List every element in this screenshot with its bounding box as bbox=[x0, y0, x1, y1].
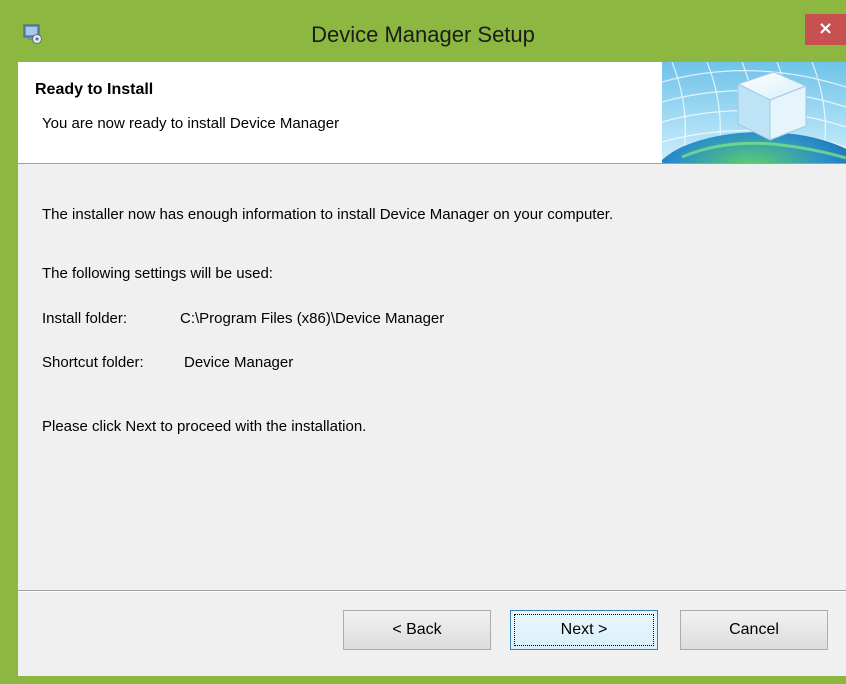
dialog-client-area: Ready to Install You are now ready to in… bbox=[18, 62, 846, 676]
close-icon: × bbox=[817, 18, 834, 39]
shortcut-folder-label: Shortcut folder: bbox=[42, 354, 144, 371]
footer-divider bbox=[18, 590, 846, 592]
instruction-text: Please click Next to proceed with the in… bbox=[42, 418, 367, 435]
intro-text: The installer now has enough information… bbox=[42, 206, 614, 223]
next-button[interactable]: Next > bbox=[510, 610, 658, 650]
back-button[interactable]: < Back bbox=[343, 610, 491, 650]
install-folder-label: Install folder: bbox=[42, 310, 128, 327]
page-subtitle: You are now ready to install Device Mana… bbox=[42, 115, 340, 132]
close-button[interactable]: × bbox=[805, 14, 846, 45]
settings-heading: The following settings will be used: bbox=[42, 265, 273, 282]
globe-cube-banner-icon bbox=[662, 62, 846, 163]
page-title: Ready to Install bbox=[35, 81, 154, 98]
window-title: Device Manager Setup bbox=[311, 22, 535, 47]
back-button-label: < Back bbox=[392, 621, 442, 638]
cancel-button-label: Cancel bbox=[729, 621, 779, 638]
install-folder-value: C:\Program Files (x86)\Device Manager bbox=[180, 310, 445, 327]
shortcut-folder-value: Device Manager bbox=[184, 354, 294, 371]
cancel-button[interactable]: Cancel bbox=[680, 610, 828, 650]
title-bar[interactable]: Device Manager Setup × bbox=[0, 0, 846, 62]
next-button-label: Next > bbox=[560, 621, 608, 638]
wizard-header: Ready to Install You are now ready to in… bbox=[18, 62, 846, 164]
setup-window: Device Manager Setup × Ready to Install … bbox=[0, 0, 846, 684]
